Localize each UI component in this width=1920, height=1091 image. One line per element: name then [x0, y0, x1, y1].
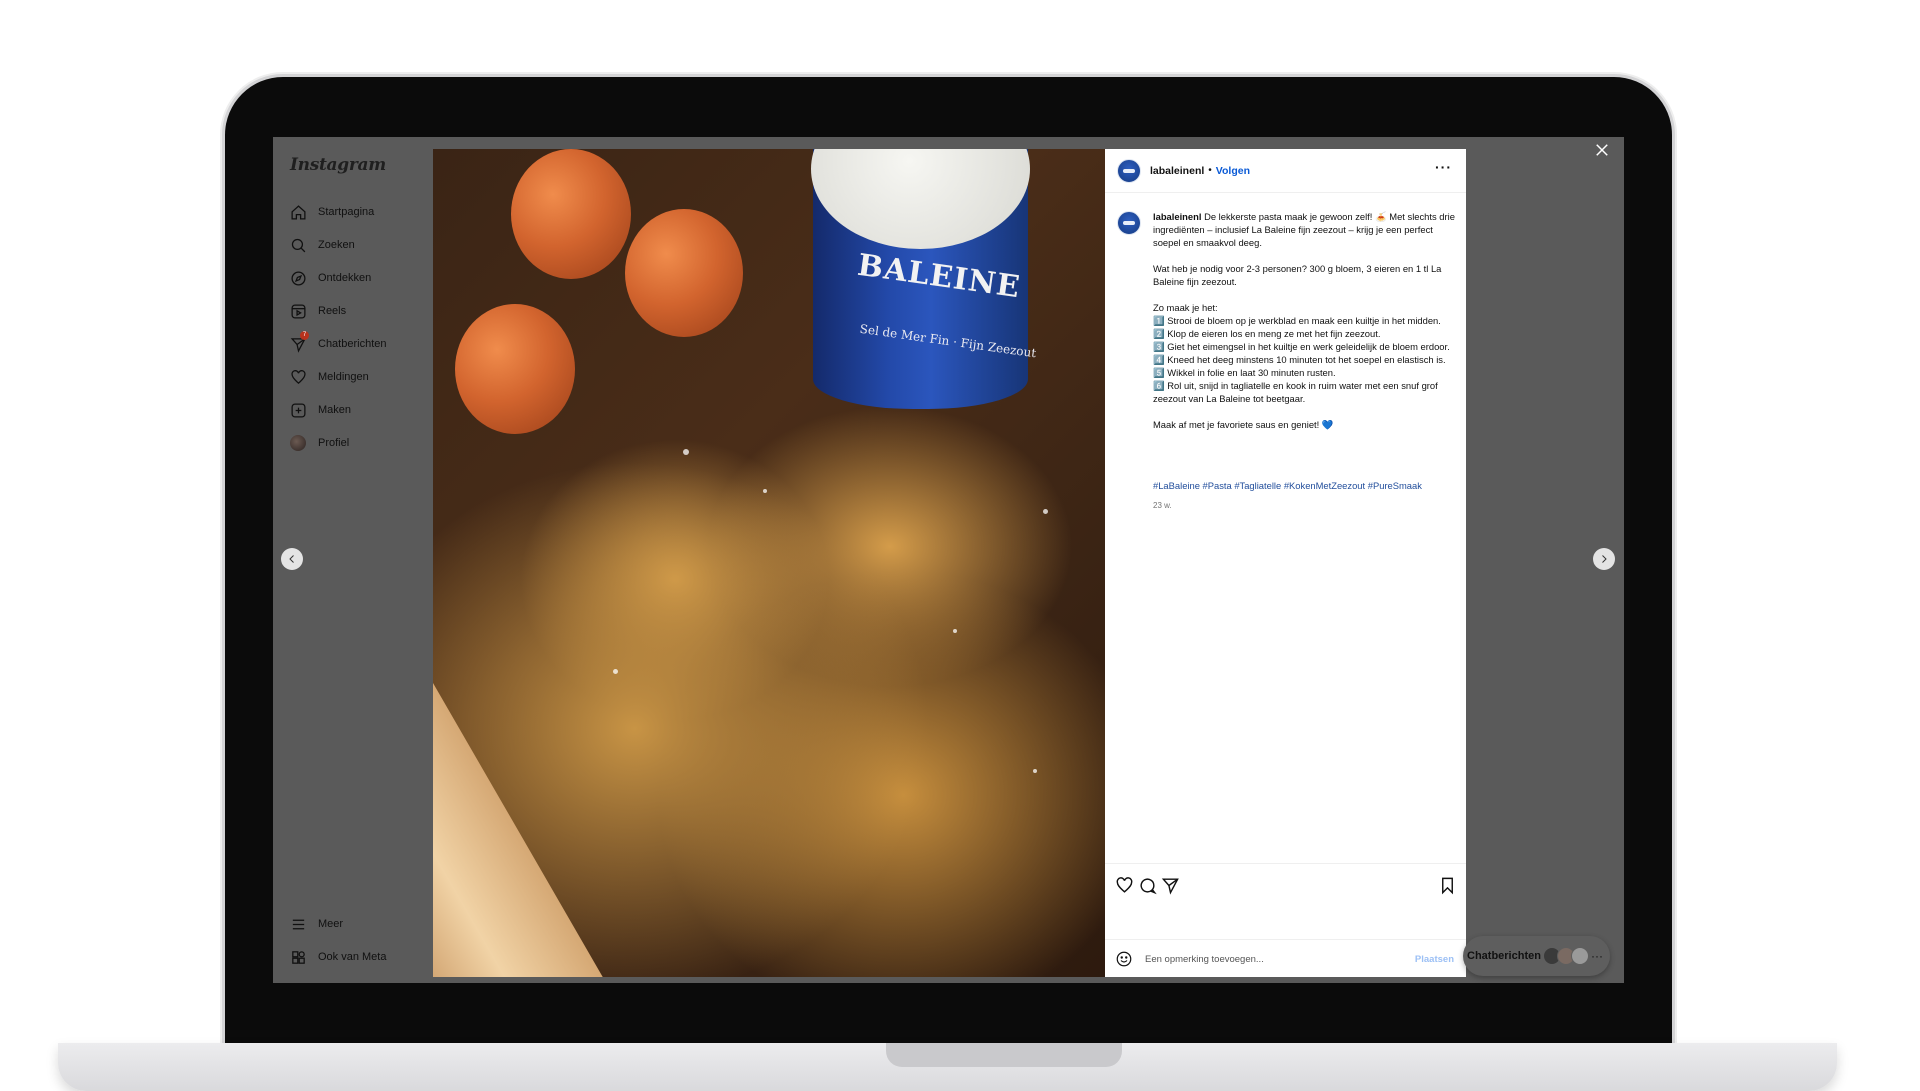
- sidebar-item-label: Reels: [318, 305, 347, 317]
- sidebar-item-label: Maken: [318, 404, 352, 416]
- post-details-panel: labaleinenl • Volgen ··· labaleinenl De …: [1105, 149, 1466, 977]
- sidebar-item-label: Chatberichten: [318, 338, 387, 350]
- heart-icon: [1116, 877, 1133, 893]
- plus-square-icon: [289, 401, 307, 419]
- more-icon: ···: [1590, 949, 1603, 963]
- bookmark-icon: [1442, 877, 1453, 895]
- sidebar-item-explore[interactable]: Ontdekken: [289, 267, 371, 289]
- flour-speck: [1033, 769, 1037, 773]
- sidebar-item-profile[interactable]: Profiel: [289, 432, 349, 454]
- sidebar-item-search[interactable]: Zoeken: [289, 234, 355, 256]
- sidebar-item-also-from-meta[interactable]: Ook van Meta: [289, 946, 386, 968]
- follow-button[interactable]: Volgen: [1216, 165, 1250, 177]
- caption-avatar[interactable]: [1117, 211, 1141, 235]
- account-avatar[interactable]: [1117, 158, 1141, 183]
- post-timestamp[interactable]: 23 w.: [1153, 501, 1172, 510]
- sidebar-item-label: Meldingen: [318, 371, 369, 383]
- post-actions: [1105, 863, 1466, 908]
- compass-icon: [289, 269, 307, 287]
- messages-label: Chatberichten: [1467, 950, 1541, 962]
- egg: [455, 304, 575, 434]
- menu-icon: [289, 915, 307, 933]
- sidebar-item-messages[interactable]: 7 Chatberichten: [289, 331, 387, 355]
- next-post-button[interactable]: [1593, 548, 1615, 570]
- save-button[interactable]: [1438, 876, 1458, 896]
- comment-button[interactable]: [1138, 876, 1158, 896]
- sidebar-item-label: Startpagina: [318, 206, 375, 218]
- profile-avatar: [289, 434, 307, 452]
- notification-badge: 7: [300, 331, 309, 340]
- flour-speck: [613, 669, 618, 674]
- sidebar-item-more[interactable]: Meer: [289, 913, 343, 935]
- send-icon: [1161, 878, 1179, 895]
- sidebar-item-reels[interactable]: Reels: [289, 300, 346, 322]
- flour-speck: [1043, 509, 1048, 514]
- account-username[interactable]: labaleinenl: [1150, 165, 1204, 177]
- caption-username[interactable]: labaleinenl: [1153, 211, 1201, 222]
- hashtags[interactable]: #LaBaleine #Pasta #Tagliatelle #KokenMet…: [1153, 480, 1455, 491]
- home-icon: [289, 203, 307, 221]
- messenger-icon: 7: [289, 331, 309, 353]
- sidebar-item-label: Meer: [318, 918, 344, 930]
- share-button[interactable]: [1161, 876, 1181, 896]
- meta-grid-icon: [289, 948, 307, 966]
- sidebar-item-notifications[interactable]: Meldingen: [289, 366, 369, 388]
- comment-bar: Plaatsen: [1105, 939, 1466, 978]
- comment-icon: [1140, 878, 1157, 895]
- sidebar-item-label: Profiel: [318, 437, 350, 449]
- post-caption: labaleinenl De lekkerste pasta maak je g…: [1153, 210, 1455, 431]
- egg: [625, 209, 743, 337]
- post-header: labaleinenl • Volgen ···: [1105, 149, 1466, 193]
- laptop-notch: [886, 1043, 1122, 1067]
- sidebar-item-label: Zoeken: [318, 239, 355, 251]
- rolling-pin: [433, 654, 627, 977]
- sidebar-item-home[interactable]: Startpagina: [289, 201, 374, 223]
- avatar: [1570, 947, 1589, 965]
- previous-post-button[interactable]: [281, 548, 303, 570]
- flour-speck: [953, 629, 957, 633]
- like-button[interactable]: [1115, 876, 1135, 896]
- post-image[interactable]: BALEINE Sel de Mer Fin · Fijn Zeezout: [433, 149, 1105, 977]
- separator-dot: •: [1208, 165, 1212, 176]
- instagram-logo[interactable]: Instagram: [290, 155, 386, 175]
- screen: Instagram Startpagina Zoeken Ontdekken R…: [273, 137, 1624, 983]
- messages-pill[interactable]: Chatberichten ···: [1463, 936, 1610, 976]
- caption-text: De lekkerste pasta maak je gewoon zelf! …: [1153, 211, 1455, 430]
- chevron-right-icon: [1602, 555, 1607, 563]
- reels-icon: [289, 302, 307, 320]
- sidebar-item-label: Ook van Meta: [318, 951, 387, 963]
- chevron-left-icon: [289, 555, 294, 563]
- post-comment-button[interactable]: Plaatsen: [1415, 954, 1454, 965]
- laptop-base: [58, 1043, 1837, 1091]
- flour-speck: [763, 489, 767, 493]
- sidebar-item-create[interactable]: Maken: [289, 399, 351, 421]
- more-options-icon[interactable]: ···: [1435, 159, 1452, 175]
- close-button[interactable]: [1593, 141, 1611, 159]
- flour-speck: [683, 449, 689, 455]
- egg: [511, 149, 631, 279]
- emoji-button[interactable]: [1115, 950, 1133, 968]
- sidebar-item-label: Ontdekken: [318, 272, 372, 284]
- emoji-icon: [1116, 951, 1132, 967]
- comment-input[interactable]: [1143, 952, 1367, 966]
- heart-icon: [289, 368, 307, 386]
- search-icon: [289, 236, 307, 254]
- close-icon: [1596, 144, 1608, 156]
